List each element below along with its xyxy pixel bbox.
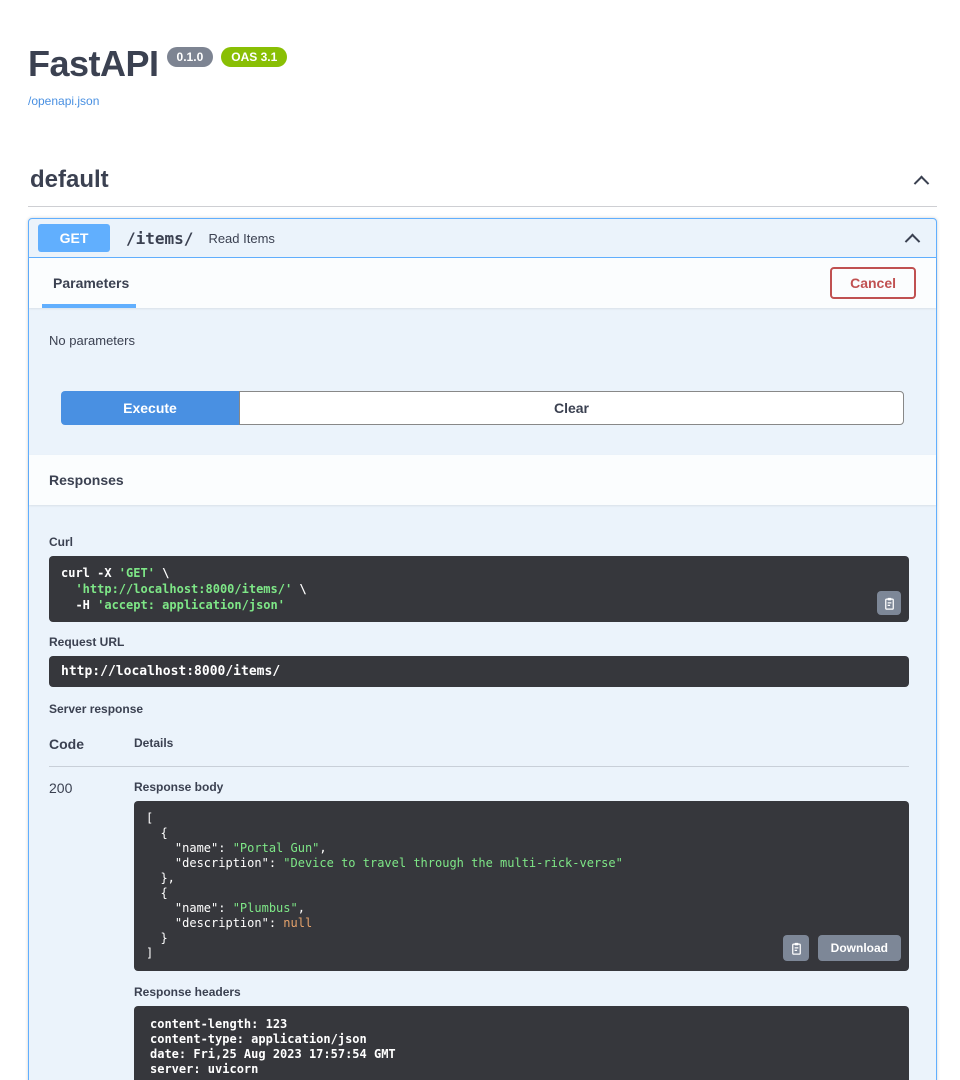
details-column-header: Details [134,736,173,752]
copy-to-clipboard-button[interactable] [783,935,809,961]
clipboard-icon [789,941,804,956]
response-headers-block: content-length: 123content-type: applica… [134,1006,909,1080]
download-button[interactable]: Download [818,935,901,961]
oas-badge: OAS 3.1 [221,47,287,67]
response-body-block: [ { "name": "Portal Gun", "description":… [134,801,909,971]
status-code: 200 [49,780,134,1080]
response-details-cell: Response body [ { "name": "Portal Gun", … [134,780,909,1080]
copy-to-clipboard-button[interactable] [877,591,901,615]
chevron-up-icon [914,175,930,191]
http-method-badge: GET [38,224,110,252]
operation-path: /items/ [126,229,193,248]
parameters-section-header: Parameters Cancel [29,258,936,308]
response-headers-label: Response headers [134,985,909,999]
request-url-block: http://localhost:8000/items/ [49,656,909,687]
responses-wrapper: Curl curl -X 'GET' \ 'http://localhost:8… [29,505,936,1080]
responses-section-title: Responses [49,472,124,488]
operation-summary-text: Read Items [208,231,274,246]
tag-section-default: default GET /items/ Read Items Parameter… [28,162,937,1080]
cancel-button[interactable]: Cancel [830,267,916,299]
curl-command-block: curl -X 'GET' \ 'http://localhost:8000/i… [49,556,909,622]
version-badge: 0.1.0 [167,47,214,67]
request-url-text: http://localhost:8000/items/ [61,664,280,679]
curl-label: Curl [49,535,909,549]
tag-title: default [30,166,109,194]
tab-parameters[interactable]: Parameters [49,275,133,291]
clear-button[interactable]: Clear [239,391,904,425]
collapse-section-button[interactable] [912,171,931,190]
execute-button-row: Execute Clear [29,348,936,425]
request-url-label: Request URL [49,635,909,649]
responses-section-header: Responses [29,455,936,505]
code-column-header: Code [49,736,134,752]
clipboard-icon [882,596,897,611]
execute-button[interactable]: Execute [61,391,239,425]
collapse-operation-button[interactable] [903,229,922,248]
server-response-label: Server response [49,702,909,716]
operation-summary-bar[interactable]: GET /items/ Read Items [29,219,936,258]
tag-section-header[interactable]: default [28,162,937,207]
live-responses-table: Code Details 200 Response body [ { "name… [49,723,909,1080]
api-info-header: FastAPI 0.1.0 OAS 3.1 /openapi.json [28,0,937,110]
openapi-spec-link[interactable]: /openapi.json [28,94,99,108]
swagger-ui-page: FastAPI 0.1.0 OAS 3.1 /openapi.json defa… [0,0,960,1080]
chevron-up-icon [905,233,921,249]
curl-command-text: curl -X 'GET' \ 'http://localhost:8000/i… [61,565,897,613]
api-title-row: FastAPI 0.1.0 OAS 3.1 [28,44,937,84]
no-parameters-text: No parameters [29,308,936,348]
api-title: FastAPI [28,44,159,84]
response-headers-text: content-length: 123content-type: applica… [150,1017,893,1077]
response-body-label: Response body [134,780,909,794]
opblock-get-items: GET /items/ Read Items Parameters Cancel… [28,218,937,1080]
responses-table-head: Code Details [49,723,909,767]
response-row: 200 Response body [ { "name": "Portal Gu… [49,767,909,1080]
